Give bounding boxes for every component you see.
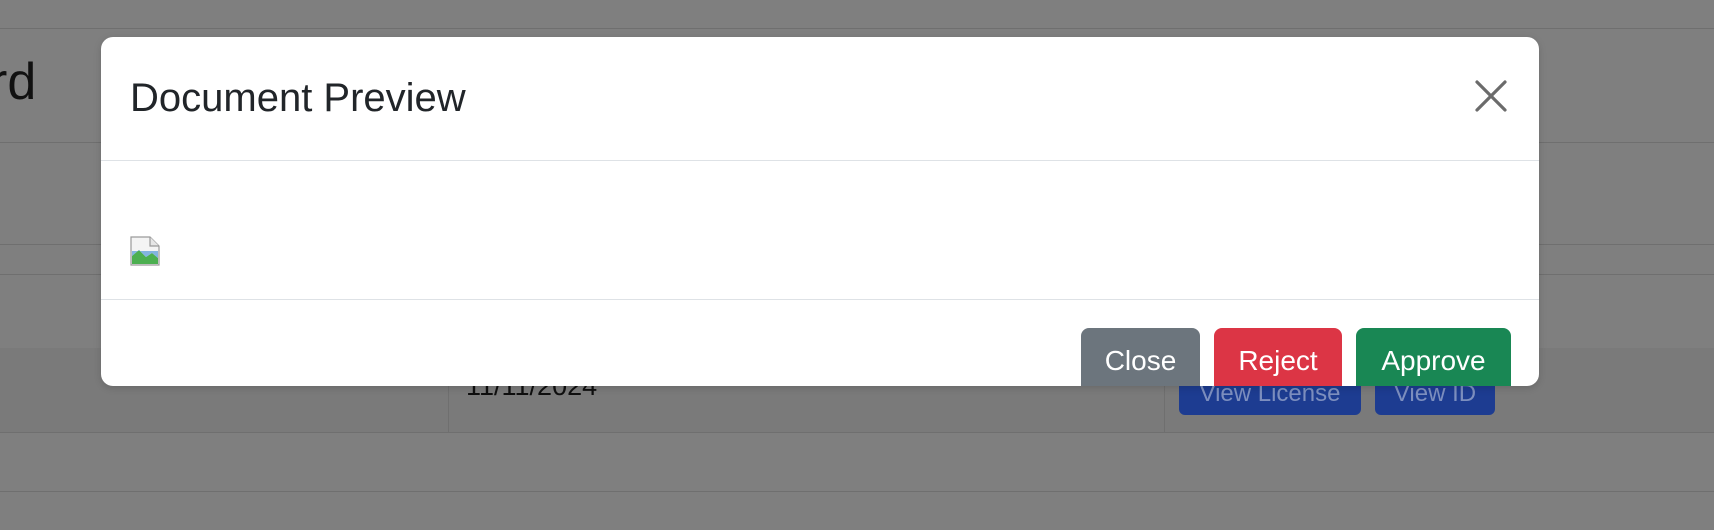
modal-header: Document Preview <box>101 37 1539 161</box>
divider <box>0 28 1714 29</box>
close-x-icon[interactable] <box>1473 78 1509 114</box>
modal-footer: Close Reject Approve <box>101 300 1539 386</box>
modal-title: Document Preview <box>130 76 466 120</box>
divider <box>0 491 1714 492</box>
reject-button[interactable]: Reject <box>1214 328 1342 386</box>
close-button[interactable]: Close <box>1081 328 1200 386</box>
broken-image-icon <box>130 236 160 266</box>
approve-button[interactable]: Approve <box>1356 328 1511 386</box>
page-title: rd <box>0 53 37 111</box>
document-preview-modal: Document Preview Close Reject Approve <box>101 37 1539 386</box>
modal-body <box>101 161 1539 300</box>
divider <box>0 432 1714 433</box>
